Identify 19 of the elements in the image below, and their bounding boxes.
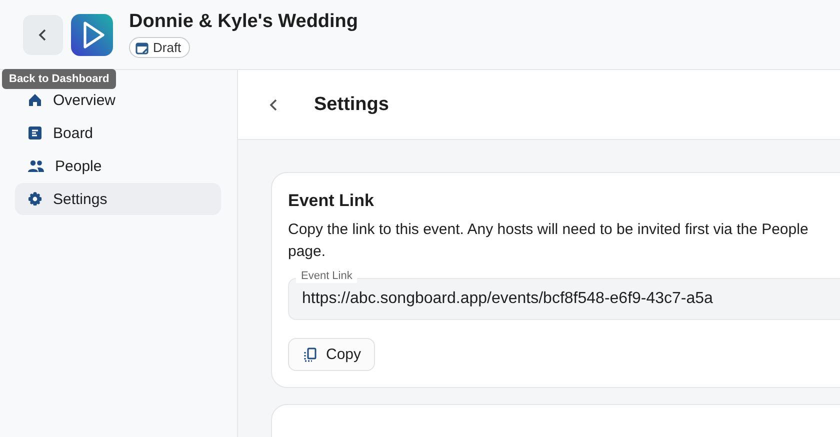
- play-logo-icon: [71, 14, 113, 56]
- card-title: Event Link: [288, 191, 374, 211]
- event-title: Donnie & Kyle's Wedding: [129, 11, 358, 33]
- settings-icon: [27, 191, 43, 207]
- status-badge: Draft: [129, 37, 190, 58]
- sidebar-item[interactable]: People: [15, 150, 221, 182]
- tooltip: Back to Dashboard: [2, 69, 116, 89]
- field-label: Event Link: [296, 269, 358, 283]
- page-title: Settings: [314, 94, 389, 116]
- event-link-field[interactable]: https://abc.songboard.app/events/bcf8f548-e6f9-43c7-a5a: [288, 278, 840, 320]
- board-icon: [27, 125, 43, 141]
- copy-icon: [302, 346, 318, 362]
- calendar-edit-icon: [135, 40, 149, 54]
- copy-button[interactable]: Copy: [288, 338, 376, 371]
- sidebar-item[interactable]: Settings: [15, 183, 221, 215]
- people-icon: [27, 158, 45, 174]
- home-icon: [27, 92, 43, 108]
- card-description: Copy the link to this event. Any hosts will need to be invited first via the People page.: [288, 220, 810, 262]
- sidebar-item[interactable]: Board: [15, 117, 221, 149]
